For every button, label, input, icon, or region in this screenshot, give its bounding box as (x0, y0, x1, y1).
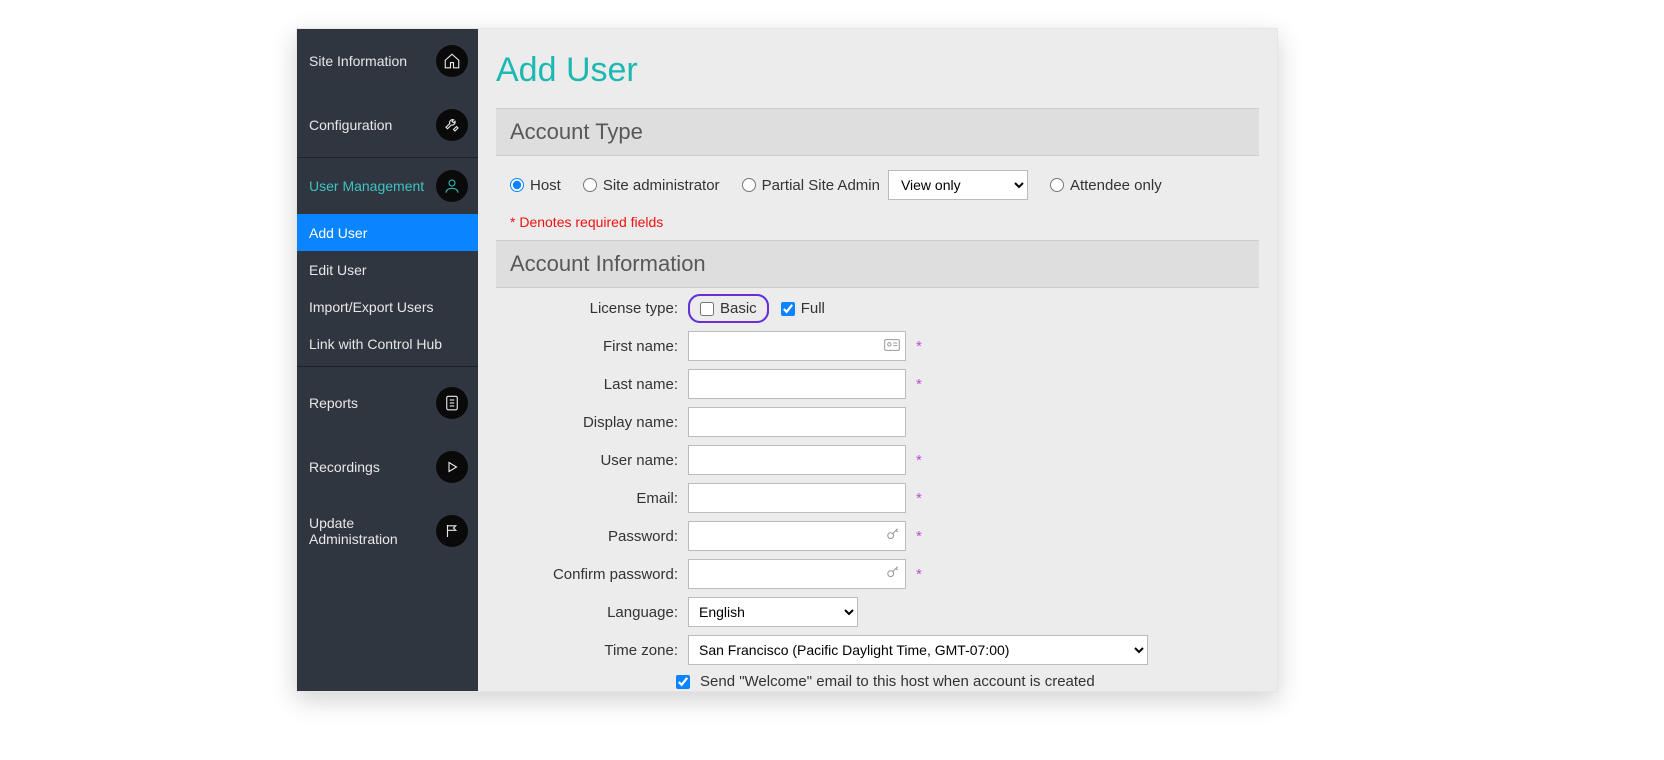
home-icon (436, 45, 468, 77)
row-display-name: Display name: (510, 407, 1245, 437)
account-info-form: License type: Basic Full First name (496, 288, 1259, 691)
row-password: Password: * (510, 521, 1245, 551)
label-time-zone: Time zone: (510, 642, 688, 659)
sidebar-subitem-link-control-hub[interactable]: Link with Control Hub (297, 325, 478, 362)
input-first-name[interactable] (688, 331, 906, 361)
radio-partial-site-admin[interactable]: Partial Site Admin (742, 177, 880, 194)
partial-site-admin-group: Partial Site Admin View only (742, 170, 1028, 200)
radio-attendee-only[interactable]: Attendee only (1050, 177, 1162, 194)
input-email[interactable] (688, 483, 906, 513)
input-display-name[interactable] (688, 407, 906, 437)
sidebar-divider (297, 366, 478, 367)
label-language: Language: (510, 604, 688, 621)
reports-label: Reports (309, 395, 358, 411)
input-last-name[interactable] (688, 369, 906, 399)
recordings-label: Recordings (309, 459, 380, 475)
sidebar-subitem-import-export[interactable]: Import/Export Users (297, 288, 478, 325)
page-title: Add User (496, 51, 1259, 90)
label-password: Password: (510, 528, 688, 545)
row-user-name: User name: * (510, 445, 1245, 475)
asterisk-icon: * (916, 566, 922, 583)
radio-host[interactable]: Host (510, 177, 561, 194)
account-type-header: Account Type (496, 108, 1259, 156)
configuration-label: Configuration (309, 117, 392, 133)
radio-partial-input[interactable] (742, 178, 756, 192)
checkbox-welcome-email[interactable] (676, 675, 690, 689)
row-last-name: Last name: * (510, 369, 1245, 399)
radio-site-administrator[interactable]: Site administrator (583, 177, 720, 194)
app-window: Site Information Configuration User Mana… (296, 28, 1278, 692)
tools-icon (436, 109, 468, 141)
asterisk-icon: * (916, 452, 922, 469)
document-icon (436, 387, 468, 419)
label-display-name: Display name: (510, 414, 688, 431)
sidebar-item-site-information[interactable]: Site Information (297, 29, 478, 93)
main-content: Add User Account Type Host Site administ… (478, 29, 1277, 691)
select-language[interactable]: English (688, 597, 858, 627)
sidebar-item-reports[interactable]: Reports (297, 371, 478, 435)
asterisk-icon: * (916, 338, 922, 355)
license-basic-label: Basic (720, 300, 757, 317)
row-confirm-password: Confirm password: * (510, 559, 1245, 589)
checkbox-license-basic[interactable]: Basic (700, 300, 757, 317)
label-user-name: User name: (510, 452, 688, 469)
radio-attendee-label: Attendee only (1070, 177, 1162, 194)
sidebar-item-user-management[interactable]: User Management (297, 158, 478, 214)
row-welcome-email: Send "Welcome" email to this host when a… (676, 673, 1245, 690)
checkbox-basic-input[interactable] (700, 302, 714, 316)
radio-partial-label: Partial Site Admin (762, 177, 880, 194)
input-user-name[interactable] (688, 445, 906, 475)
sidebar: Site Information Configuration User Mana… (297, 29, 478, 691)
row-language: Language: English (510, 597, 1245, 627)
site-information-label: Site Information (309, 53, 407, 69)
link-hub-sublabel: Link with Control Hub (309, 336, 442, 352)
partial-site-admin-select[interactable]: View only (888, 170, 1028, 200)
row-first-name: First name: * (510, 331, 1245, 361)
radio-site-admin-input[interactable] (583, 178, 597, 192)
radio-host-input[interactable] (510, 178, 524, 192)
asterisk-icon: * (916, 376, 922, 393)
checkbox-license-full[interactable]: Full (781, 300, 825, 317)
input-confirm-password[interactable] (688, 559, 906, 589)
import-export-sublabel: Import/Export Users (309, 299, 433, 315)
user-icon (436, 170, 468, 202)
asterisk-icon: * (916, 490, 922, 507)
row-time-zone: Time zone: San Francisco (Pacific Daylig… (510, 635, 1245, 665)
select-time-zone[interactable]: San Francisco (Pacific Daylight Time, GM… (688, 635, 1148, 665)
label-confirm-password: Confirm password: (510, 566, 688, 583)
label-last-name: Last name: (510, 376, 688, 393)
checkbox-full-input[interactable] (781, 302, 795, 316)
radio-site-admin-label: Site administrator (603, 177, 720, 194)
label-email: Email: (510, 490, 688, 507)
radio-host-label: Host (530, 177, 561, 194)
license-full-label: Full (801, 300, 825, 317)
sidebar-subitem-edit-user[interactable]: Edit User (297, 251, 478, 288)
account-information-header: Account Information (496, 240, 1259, 288)
welcome-email-label: Send "Welcome" email to this host when a… (700, 673, 1095, 690)
user-management-label: User Management (309, 178, 424, 194)
update-admin-label: Update Administration (309, 515, 436, 547)
input-password[interactable] (688, 521, 906, 551)
license-basic-highlight: Basic (688, 294, 769, 323)
account-type-options: Host Site administrator Partial Site Adm… (496, 156, 1259, 210)
row-email: Email: * (510, 483, 1245, 513)
sidebar-subitem-add-user[interactable]: Add User (297, 214, 478, 251)
radio-attendee-input[interactable] (1050, 178, 1064, 192)
label-first-name: First name: (510, 338, 688, 355)
row-license-type: License type: Basic Full (510, 294, 1245, 323)
add-user-sublabel: Add User (309, 225, 367, 241)
sidebar-user-management-section: User Management Add User Edit User Impor… (297, 157, 478, 362)
sidebar-item-recordings[interactable]: Recordings (297, 435, 478, 499)
sidebar-item-configuration[interactable]: Configuration (297, 93, 478, 157)
label-license-type: License type: (510, 300, 688, 317)
asterisk-icon: * (916, 528, 922, 545)
edit-user-sublabel: Edit User (309, 262, 367, 278)
sidebar-item-update-administration[interactable]: Update Administration (297, 499, 478, 563)
required-fields-note: * Denotes required fields (510, 214, 1259, 230)
play-icon (436, 451, 468, 483)
flag-icon (436, 515, 468, 547)
